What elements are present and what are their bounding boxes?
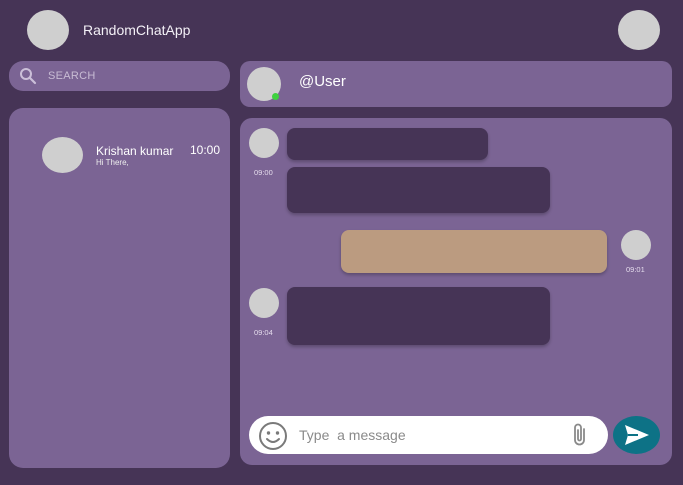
outgoing-message-bubble[interactable] xyxy=(341,230,607,273)
contact-list-item[interactable]: Krishan kumar 10:00 Hi There, xyxy=(9,134,230,178)
incoming-message-bubble[interactable] xyxy=(287,128,488,160)
message-input[interactable] xyxy=(299,426,549,444)
message-timestamp: 09:04 xyxy=(254,328,273,337)
contact-last-message-time: 10:00 xyxy=(190,143,221,157)
chat-header: @User xyxy=(240,61,672,107)
emoji-icon[interactable] xyxy=(258,421,288,451)
profile-avatar[interactable] xyxy=(618,10,660,50)
message-timestamp: 09:01 xyxy=(626,265,645,274)
paperclip-icon[interactable] xyxy=(569,422,591,448)
chat-messages-area[interactable]: 09:00 09:01 09:04 xyxy=(240,118,672,465)
message-timestamp: 09:00 xyxy=(254,168,273,177)
message-sender-avatar xyxy=(249,288,279,318)
contact-last-message-preview: Hi There, xyxy=(96,158,129,167)
contact-name: Krishan kumar xyxy=(96,144,174,158)
search-icon xyxy=(19,67,37,85)
send-icon xyxy=(624,424,650,446)
send-button[interactable] xyxy=(613,416,660,454)
app-logo-avatar xyxy=(27,10,69,50)
app-title: RandomChatApp xyxy=(83,22,191,38)
incoming-message-bubble[interactable] xyxy=(287,167,550,213)
search-bar[interactable] xyxy=(9,61,230,91)
contact-avatar xyxy=(42,137,83,173)
online-status-indicator xyxy=(272,93,279,100)
message-composer[interactable] xyxy=(249,416,608,454)
message-sender-avatar xyxy=(621,230,651,260)
message-sender-avatar xyxy=(249,128,279,158)
incoming-message-bubble[interactable] xyxy=(287,287,550,345)
chat-user-name: @User xyxy=(299,73,346,90)
search-input[interactable] xyxy=(48,68,218,84)
contact-list-panel: Krishan kumar 10:00 Hi There, xyxy=(9,108,230,468)
